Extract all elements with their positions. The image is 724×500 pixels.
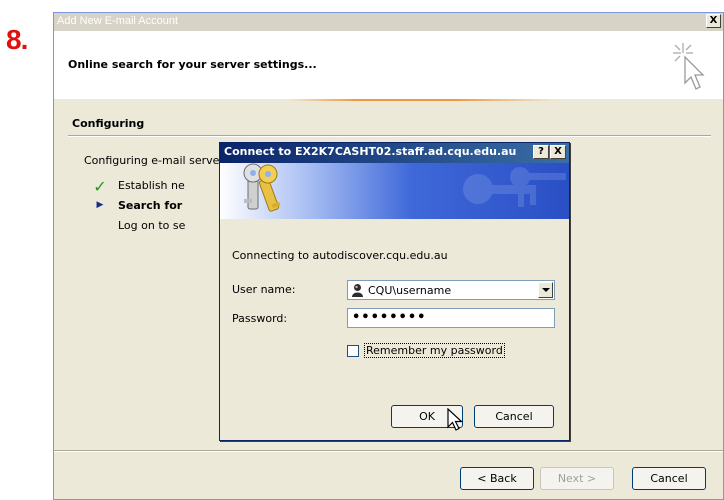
dialog-close-button[interactable]: X bbox=[550, 145, 566, 159]
window-close-button[interactable]: X bbox=[706, 14, 721, 28]
step-item: ▶ Search for bbox=[97, 199, 183, 212]
username-combo[interactable]: CQU\username bbox=[347, 280, 555, 300]
check-icon: ✓ bbox=[93, 177, 107, 196]
section-title: Configuring bbox=[72, 117, 145, 130]
username-label: User name: bbox=[232, 283, 296, 296]
arrow-right-icon: ▶ bbox=[96, 200, 104, 210]
dialog-title: Connect to EX2K7CASHT02.staff.ad.cqu.edu… bbox=[224, 145, 517, 158]
wizard-header: Online search for your server settings..… bbox=[54, 31, 723, 99]
remember-password-checkbox[interactable] bbox=[347, 345, 359, 357]
password-value: •••••••• bbox=[352, 310, 427, 325]
remember-password-label[interactable]: Remember my password bbox=[364, 343, 505, 358]
step-item: ✓ Establish ne bbox=[93, 177, 185, 196]
dialog-cancel-button[interactable]: Cancel bbox=[474, 405, 554, 428]
header-title: Online search for your server settings..… bbox=[68, 58, 317, 71]
header-divider bbox=[54, 99, 723, 101]
window-title-bar: Add New E-mail Account X bbox=[54, 13, 723, 31]
cursor-sparkle-icon bbox=[673, 43, 705, 90]
dialog-banner bbox=[220, 163, 569, 219]
connecting-text: Connecting to autodiscover.cqu.edu.au bbox=[232, 249, 448, 262]
back-button[interactable]: < Back bbox=[460, 467, 534, 490]
chevron-down-icon[interactable] bbox=[538, 282, 553, 298]
next-button[interactable]: Next > bbox=[540, 467, 614, 490]
help-button[interactable]: ? bbox=[533, 145, 549, 159]
step-number: 8. bbox=[6, 24, 28, 55]
section-divider bbox=[68, 135, 711, 137]
user-icon bbox=[352, 284, 363, 297]
step-label: Search for bbox=[118, 199, 183, 212]
mouse-pointer-icon bbox=[447, 408, 463, 431]
configuring-description: Configuring e-mail server s bbox=[84, 154, 234, 167]
password-field[interactable]: •••••••• bbox=[347, 308, 555, 328]
step-label: Log on to se bbox=[118, 219, 186, 232]
dialog-title-bar: Connect to EX2K7CASHT02.staff.ad.cqu.edu… bbox=[220, 143, 569, 163]
username-value: CQU\username bbox=[368, 284, 452, 297]
password-label: Password: bbox=[232, 312, 288, 325]
connect-dialog: Connect to EX2K7CASHT02.staff.ad.cqu.edu… bbox=[219, 142, 570, 441]
step-label: Establish ne bbox=[118, 179, 185, 192]
footer-divider bbox=[54, 450, 723, 452]
keys-icon bbox=[243, 163, 566, 212]
window-title: Add New E-mail Account bbox=[57, 15, 179, 27]
cancel-button[interactable]: Cancel bbox=[632, 467, 706, 490]
step-item: Log on to se bbox=[118, 219, 185, 232]
